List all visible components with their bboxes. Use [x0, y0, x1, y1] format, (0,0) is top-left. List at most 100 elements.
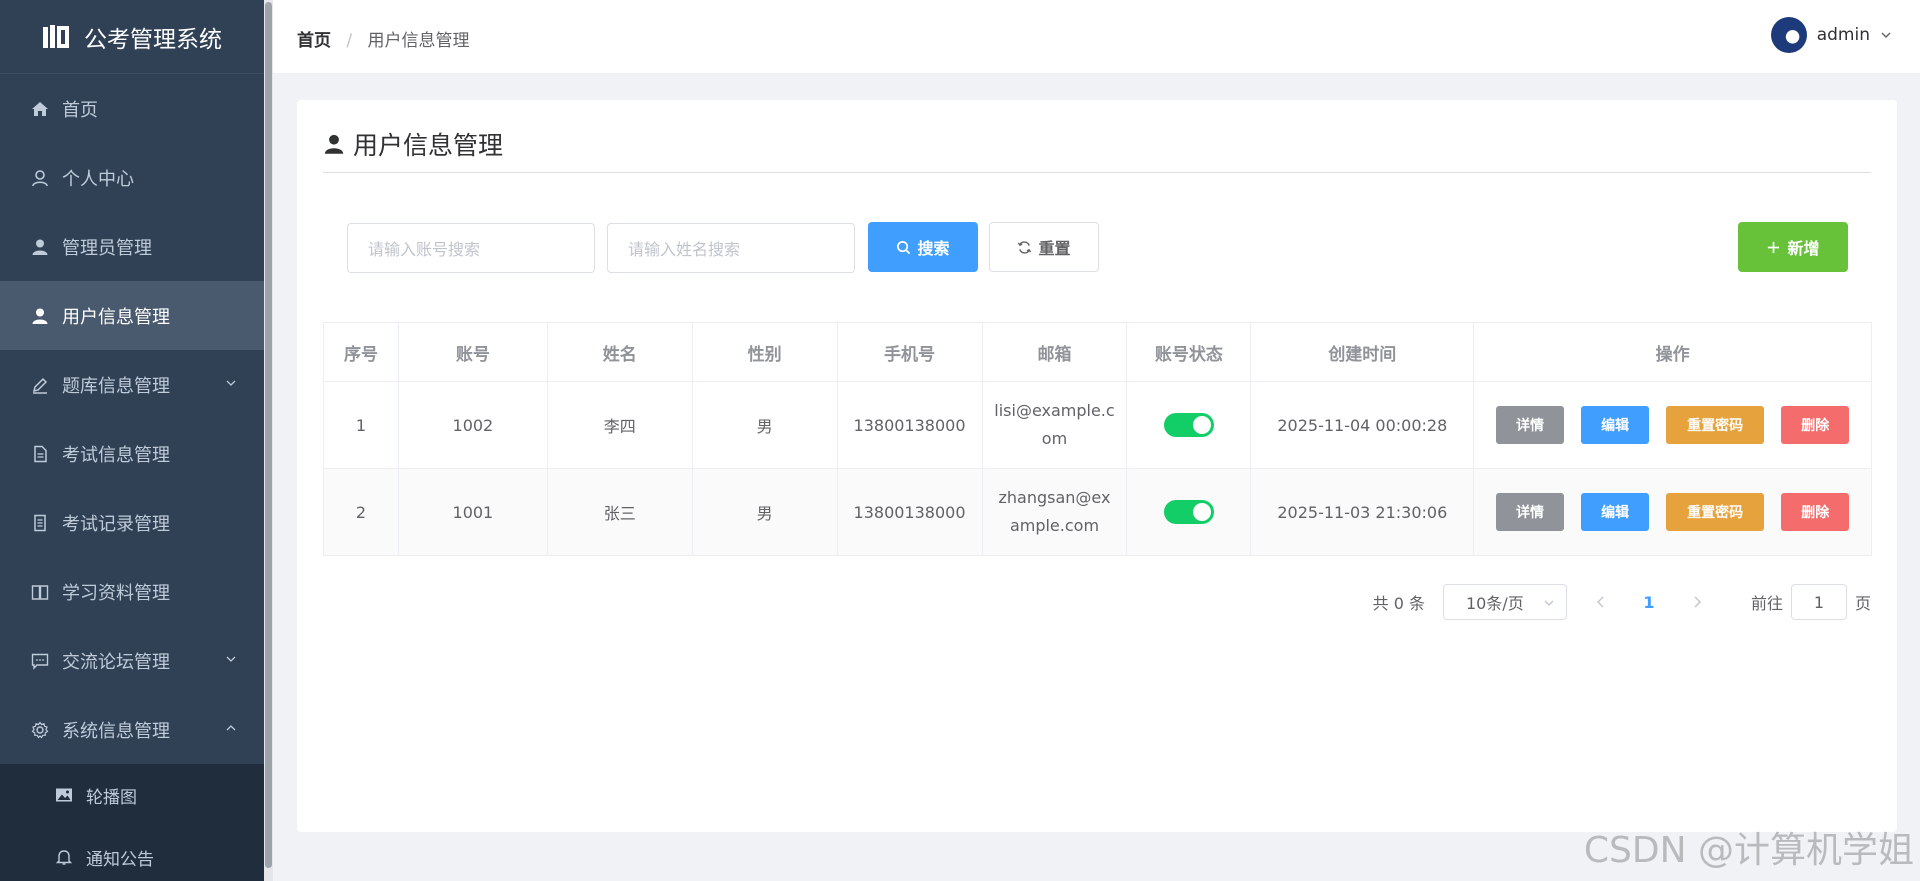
- cell-account: 1002: [397, 381, 548, 469]
- sidebar-item-label: 个人中心: [62, 168, 134, 190]
- chevron-down-icon: [226, 380, 236, 386]
- bell-icon: [54, 847, 74, 867]
- username[interactable]: admin: [1817, 25, 1870, 45]
- column-header: 账号: [397, 322, 548, 382]
- email-line: ample.com: [1009, 516, 1100, 535]
- cell-created: 2025-11-03 21:30:06: [1250, 468, 1475, 556]
- delete-button[interactable]: 删除: [1781, 406, 1850, 444]
- edit-button[interactable]: 编辑: [1581, 406, 1650, 444]
- search-button-label: 搜索: [917, 239, 950, 258]
- next-page-button[interactable]: [1683, 593, 1711, 612]
- sidebar-subitem-notice[interactable]: 通知公告: [0, 826, 264, 881]
- main-card: 用户信息管理 请输入账号搜索 请输入姓名搜索 搜索 重置 新增 序号 账号 姓名…: [297, 100, 1897, 832]
- chevron-down-icon: [1544, 600, 1554, 606]
- sidebar-item-forum[interactable]: 交流论坛管理: [0, 626, 264, 695]
- cell-status: [1126, 468, 1252, 556]
- top-header: 首页 / 用户信息管理 admin: [273, 0, 1920, 74]
- user-icon: [30, 237, 50, 257]
- detail-button[interactable]: 详情: [1495, 493, 1564, 531]
- sidebar: 公考管理系统 首页 个人中心 管理员管理 用户信息管理 题库信息管理 考试信息管…: [0, 0, 264, 881]
- sidebar-item-question-bank[interactable]: 题库信息管理: [0, 350, 264, 419]
- email-line: lisi@example.c: [994, 401, 1115, 420]
- delete-button[interactable]: 删除: [1781, 493, 1850, 531]
- detail-button[interactable]: 详情: [1495, 406, 1564, 444]
- name-search-input[interactable]: 请输入姓名搜索: [607, 223, 855, 273]
- edit-icon: [30, 375, 50, 395]
- sidebar-subitem-carousel[interactable]: 轮播图: [0, 764, 264, 826]
- status-toggle[interactable]: [1163, 500, 1214, 524]
- goto-page-input[interactable]: 1: [1790, 584, 1847, 620]
- gear-icon: [30, 720, 50, 740]
- goto-suffix: 页: [1854, 594, 1871, 613]
- pagination: 共 0 条 10条/页 1 前往 1 页: [1373, 584, 1871, 620]
- document-icon: [30, 444, 50, 464]
- cell-gender: 男: [691, 468, 838, 556]
- prev-page-button[interactable]: [1587, 593, 1615, 612]
- sidebar-item-label: 学习资料管理: [62, 582, 170, 604]
- logo-icon: [43, 24, 69, 48]
- page-number[interactable]: 1: [1635, 593, 1663, 612]
- table-row: 2 1001 张三 男 13800138000 zhangsan@ex ampl…: [323, 468, 1872, 556]
- sidebar-item-study-materials[interactable]: 学习资料管理: [0, 557, 264, 626]
- breadcrumb-current: 用户信息管理: [367, 31, 470, 51]
- sidebar-scrollbar[interactable]: [264, 0, 273, 881]
- edit-button[interactable]: 编辑: [1581, 493, 1650, 531]
- cell-actions: 详情 编辑 重置密码 删除: [1473, 381, 1872, 469]
- sidebar-item-label: 考试信息管理: [62, 444, 170, 466]
- cell-gender: 男: [691, 381, 838, 469]
- sidebar-item-home[interactable]: 首页: [0, 74, 264, 143]
- chevron-down-icon: [226, 656, 236, 662]
- home-icon: [30, 99, 50, 119]
- reset-password-button[interactable]: 重置密码: [1666, 493, 1765, 531]
- refresh-icon: [1018, 240, 1032, 254]
- sidebar-item-label: 管理员管理: [62, 237, 152, 259]
- user-icon: [324, 134, 344, 154]
- add-button[interactable]: 新增: [1738, 222, 1848, 272]
- column-header: 账号状态: [1126, 322, 1252, 382]
- page-size-value: 10条/页: [1465, 594, 1524, 613]
- cell-phone: 13800138000: [836, 468, 983, 556]
- column-header: 序号: [323, 322, 399, 382]
- scrollbar-thumb[interactable]: [265, 2, 272, 868]
- column-header: 操作: [1473, 322, 1872, 382]
- page-size-select[interactable]: 10条/页: [1442, 584, 1567, 620]
- status-toggle[interactable]: [1163, 413, 1214, 437]
- document-icon: [30, 513, 50, 533]
- column-header: 手机号: [836, 322, 983, 382]
- breadcrumb-separator: /: [346, 31, 353, 51]
- sidebar-item-admin[interactable]: 管理员管理: [0, 212, 264, 281]
- sidebar-item-system[interactable]: 系统信息管理: [0, 695, 264, 764]
- table-header-row: 序号 账号 姓名 性别 手机号 邮箱 账号状态 创建时间 操作: [323, 322, 1872, 382]
- chevron-up-icon: [226, 725, 236, 731]
- cell-created: 2025-11-04 00:00:28: [1250, 381, 1475, 469]
- avatar[interactable]: [1770, 17, 1807, 53]
- chevron-down-icon[interactable]: [1880, 29, 1892, 41]
- chevron-left-icon: [1596, 596, 1604, 607]
- app-title: 公考管理系统: [84, 26, 222, 53]
- cell-name: 张三: [546, 468, 693, 556]
- search-button[interactable]: 搜索: [868, 222, 978, 272]
- search-icon: [897, 240, 911, 254]
- cell-index: 2: [323, 468, 399, 556]
- cell-phone: 13800138000: [836, 381, 983, 469]
- plus-icon: [1768, 241, 1780, 253]
- user-menu[interactable]: admin: [1770, 17, 1892, 53]
- sidebar-item-exam-info[interactable]: 考试信息管理: [0, 419, 264, 488]
- sidebar-item-profile[interactable]: 个人中心: [0, 143, 264, 212]
- sidebar-item-exam-records[interactable]: 考试记录管理: [0, 488, 264, 557]
- account-search-input[interactable]: 请输入账号搜索: [347, 223, 595, 273]
- sidebar-item-label: 交流论坛管理: [62, 651, 170, 673]
- reset-button[interactable]: 重置: [989, 222, 1099, 272]
- column-header: 邮箱: [981, 322, 1128, 382]
- app-logo: 公考管理系统: [0, 0, 264, 74]
- sidebar-item-user-info[interactable]: 用户信息管理: [0, 281, 264, 350]
- goto-page: 前往 1 页: [1751, 584, 1871, 620]
- breadcrumb-home[interactable]: 首页: [297, 31, 331, 51]
- reset-password-button[interactable]: 重置密码: [1666, 406, 1765, 444]
- sidebar-item-label: 考试记录管理: [62, 513, 170, 535]
- book-icon: [30, 582, 50, 602]
- watermark: CSDN @计算机学姐: [1583, 830, 1914, 871]
- cell-email: lisi@example.c om: [981, 381, 1128, 469]
- reset-button-label: 重置: [1038, 239, 1071, 258]
- chat-icon: [30, 651, 50, 671]
